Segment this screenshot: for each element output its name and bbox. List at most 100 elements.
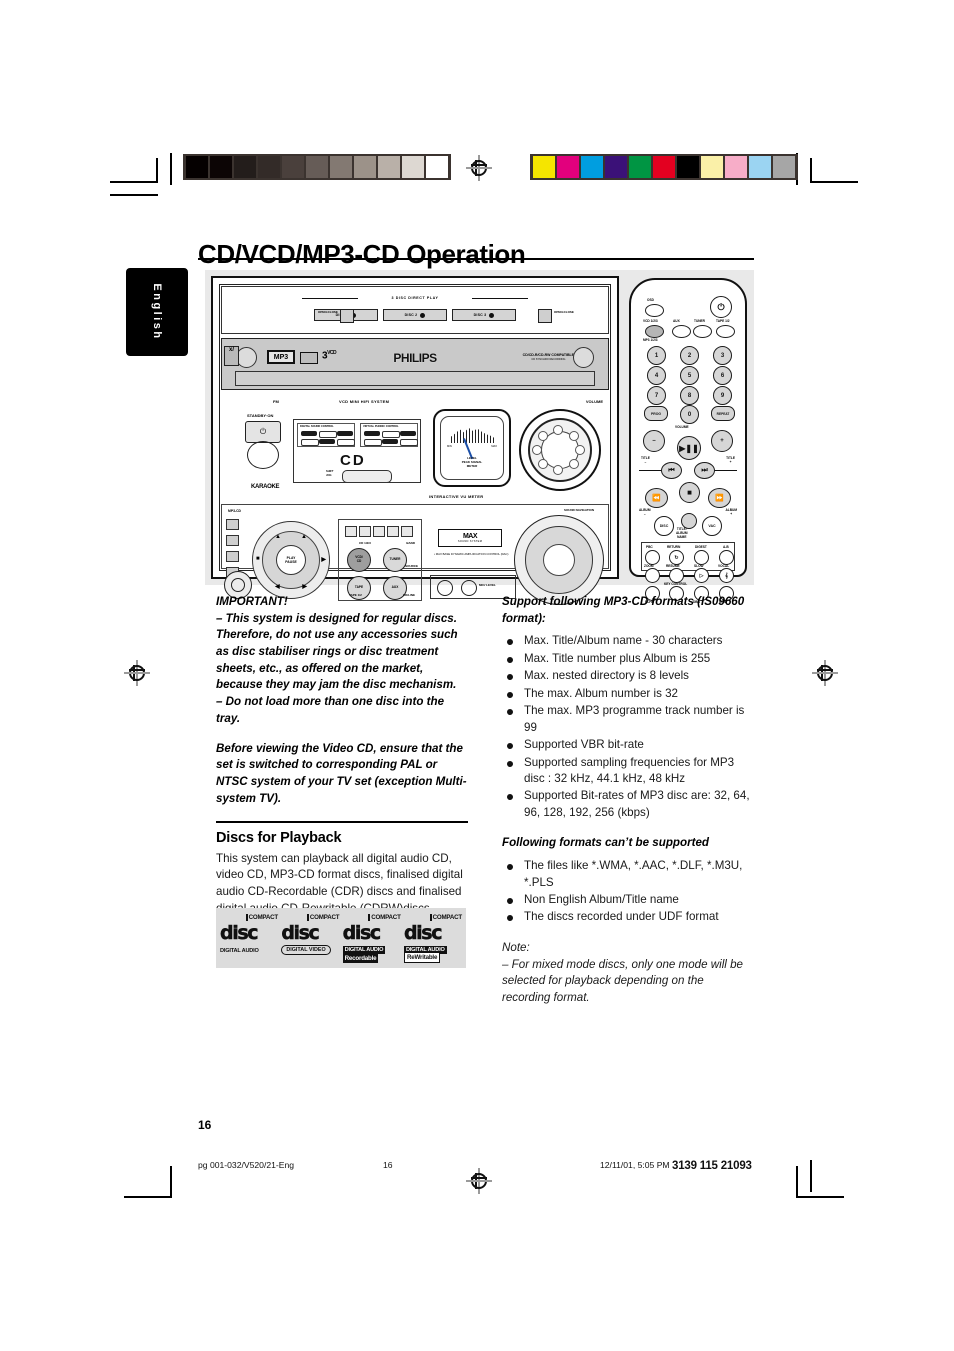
remote-digest-button[interactable] <box>694 550 709 565</box>
remote-forward-button[interactable]: ⏩ <box>708 488 731 508</box>
remote-repeat-button[interactable]: REPEAT <box>711 406 735 421</box>
remote-key-6[interactable]: 6 <box>713 366 732 385</box>
crop-mark-bottom-right-v2 <box>810 1160 812 1192</box>
supported-format-item-3: The max. Album number is 32 <box>502 686 754 702</box>
remote-previous-button[interactable]: ⏮ <box>661 462 682 479</box>
remote-album-plus-label: ALBUM + <box>725 508 737 516</box>
pal-ntsc-note: Before viewing the Video CD, ensure that… <box>216 741 467 805</box>
language-tab: English <box>126 268 188 356</box>
disc-2-indicator <box>420 312 426 318</box>
remote-vcd-button[interactable] <box>645 325 664 338</box>
fn-button-5[interactable] <box>401 526 413 537</box>
open-close-right-button[interactable] <box>538 309 552 323</box>
vpc-title: VIRTUAL PHONIC CONTROL <box>363 425 399 428</box>
calibration-swatch-10 <box>773 156 795 178</box>
compatibility-label: CD/CD-R/CD-RW COMPATIBLE CD SYNCHRO RECO… <box>523 353 574 361</box>
system-label: VCD MINI HIFI SYSTEM <box>339 399 390 404</box>
remote-ab-button[interactable] <box>719 550 734 565</box>
source-band-label: BAND <box>406 541 415 545</box>
fn-button-1[interactable] <box>345 526 357 537</box>
logo-compact-disc-rewritable: COMPACT disc DIGITAL AUDIO ReWritable <box>404 913 462 963</box>
mp3-cd-label: MP3-CD <box>228 509 241 513</box>
fm-label: FM <box>273 399 279 404</box>
remote-zoom-button[interactable] <box>645 568 660 583</box>
remote-volume-down-button[interactable]: – <box>643 430 665 452</box>
sound-navigation-dial[interactable] <box>514 515 604 605</box>
remote-key-2[interactable]: 2 <box>680 346 699 365</box>
disc-tray-slot <box>235 371 595 386</box>
left-text-column: IMPORTANT! – This system is designed for… <box>216 594 468 917</box>
remote-key-4[interactable]: 4 <box>647 366 666 385</box>
remote-osd-button[interactable] <box>645 304 664 317</box>
display-value: CD <box>340 452 366 469</box>
disc-tray-panel: 3 DISC DIRECT PLAY DISC 1 DISC 2 DISC 3 … <box>221 286 609 334</box>
calibration-swatch-4 <box>629 156 651 178</box>
remote-tape-button[interactable] <box>716 325 735 338</box>
fn-button-4[interactable] <box>387 526 399 537</box>
logo-compact-disc-digital-audio: COMPACT disc DIGITAL AUDIO <box>220 913 278 963</box>
calibration-swatch-6 <box>330 156 352 178</box>
remote-rewind-button[interactable]: ⏪ <box>645 488 668 508</box>
source-vcd-cd-button[interactable]: VCD/CD <box>347 548 371 572</box>
crop-mark-bottom-left-v <box>170 1166 172 1198</box>
power-ring <box>247 441 279 469</box>
jog-dial[interactable] <box>342 470 392 483</box>
remote-key-3[interactable]: 3 <box>713 346 732 365</box>
source-tuner-button[interactable]: TUNER <box>383 548 407 572</box>
remote-prog-button[interactable]: PROG <box>644 406 668 421</box>
volume-knob[interactable] <box>519 409 601 491</box>
footer-timestamp: 12/11/01, 5:05 PM <box>600 1160 670 1170</box>
max-logo: MAX SOUND SYSTEM <box>438 529 502 547</box>
remote-play-pause-button[interactable]: ▶❚❚ <box>677 436 701 460</box>
discs-section-divider <box>216 821 468 823</box>
fn-button-2[interactable] <box>359 526 371 537</box>
remote-tape-label: TAPE 1/2 <box>716 319 730 323</box>
remote-ab-label: A-B <box>723 545 729 549</box>
remote-return-label: RETURN <box>667 545 681 549</box>
disc-3-button[interactable]: DISC 3 <box>452 309 516 321</box>
remote-key-1[interactable]: 1 <box>647 346 666 365</box>
remote-key-8[interactable]: 8 <box>680 386 699 405</box>
remote-vac-button[interactable]: VAC <box>702 516 722 536</box>
remote-volume-up-button[interactable]: + <box>711 430 733 452</box>
footer-file: pg 001-032/V520/21-Eng <box>198 1160 295 1170</box>
disc-2-button[interactable]: DISC 2 <box>383 309 447 321</box>
remote-next-button[interactable]: ⏭ <box>694 462 715 479</box>
remote-resume-button[interactable] <box>669 568 684 583</box>
calibration-swatch-1 <box>557 156 579 178</box>
remote-slow-button[interactable]: ▷ <box>694 568 709 583</box>
sound-navigation-label: SOUND NAVIGATION <box>563 508 594 512</box>
logo-3-word: disc <box>403 922 443 945</box>
remote-stop-button[interactable]: ■ <box>679 482 700 503</box>
lower-control-panel: MP3-CD PLAY PAUSE ▲ ▲ ■ ▶ ◀ ▶ VCD/ CD TU… <box>221 504 609 605</box>
remote-vcd-label: VCD 1/2/3 <box>643 319 658 323</box>
remote-key-7[interactable]: 7 <box>647 386 666 405</box>
open-close-left-button[interactable] <box>340 309 354 323</box>
remote-key-9[interactable]: 9 <box>713 386 732 405</box>
remote-tuner-button[interactable] <box>693 325 712 338</box>
vcd-logo: 3VCD <box>322 350 337 362</box>
power-button[interactable]: ⏻ <box>245 421 281 443</box>
function-button-row[interactable] <box>345 526 413 537</box>
remote-key-5[interactable]: 5 <box>680 366 699 385</box>
remote-pbc-button[interactable] <box>645 550 660 565</box>
remote-vocal-button[interactable]: 𝄞 <box>719 568 734 583</box>
disc-2-label: DISC 2 <box>404 313 418 317</box>
remote-disc-button[interactable]: DISC <box>654 516 674 536</box>
camera-logo-icon <box>300 352 318 364</box>
remote-return-button[interactable]: ↻ <box>669 550 684 565</box>
max-sound-box: MAX SOUND SYSTEM • MAX BASE DYNAMIC AMPL… <box>432 521 512 581</box>
remote-key-0[interactable]: 0 <box>680 405 699 424</box>
page-title: CD/VCD/MP3-CD Operation <box>198 239 526 270</box>
right-text-column: Support following MP3-CD formats (IS0966… <box>502 594 754 1007</box>
remote-aux-button[interactable] <box>672 325 691 338</box>
logo-1-top: COMPACT <box>306 914 340 921</box>
open-close-right-label: OPEN•CLOSE <box>554 310 574 314</box>
navigation-jog-wheel[interactable]: PLAY PAUSE ▲ ▲ ■ ▶ ◀ ▶ <box>252 521 330 599</box>
fn-button-3[interactable] <box>373 526 385 537</box>
supported-formats-list: Max. Title/Album name - 30 characters Max… <box>502 633 754 821</box>
remote-standby-button[interactable]: ⏻ <box>710 296 732 318</box>
source-cd123-label: CD 1/2/3 <box>359 541 371 545</box>
remote-control: OSD ⏻ VCD 1/2/3 MP3 1/2/3 AUX TUNER TAPE… <box>629 278 747 604</box>
standby-label: STANDBY·ON <box>247 413 274 418</box>
